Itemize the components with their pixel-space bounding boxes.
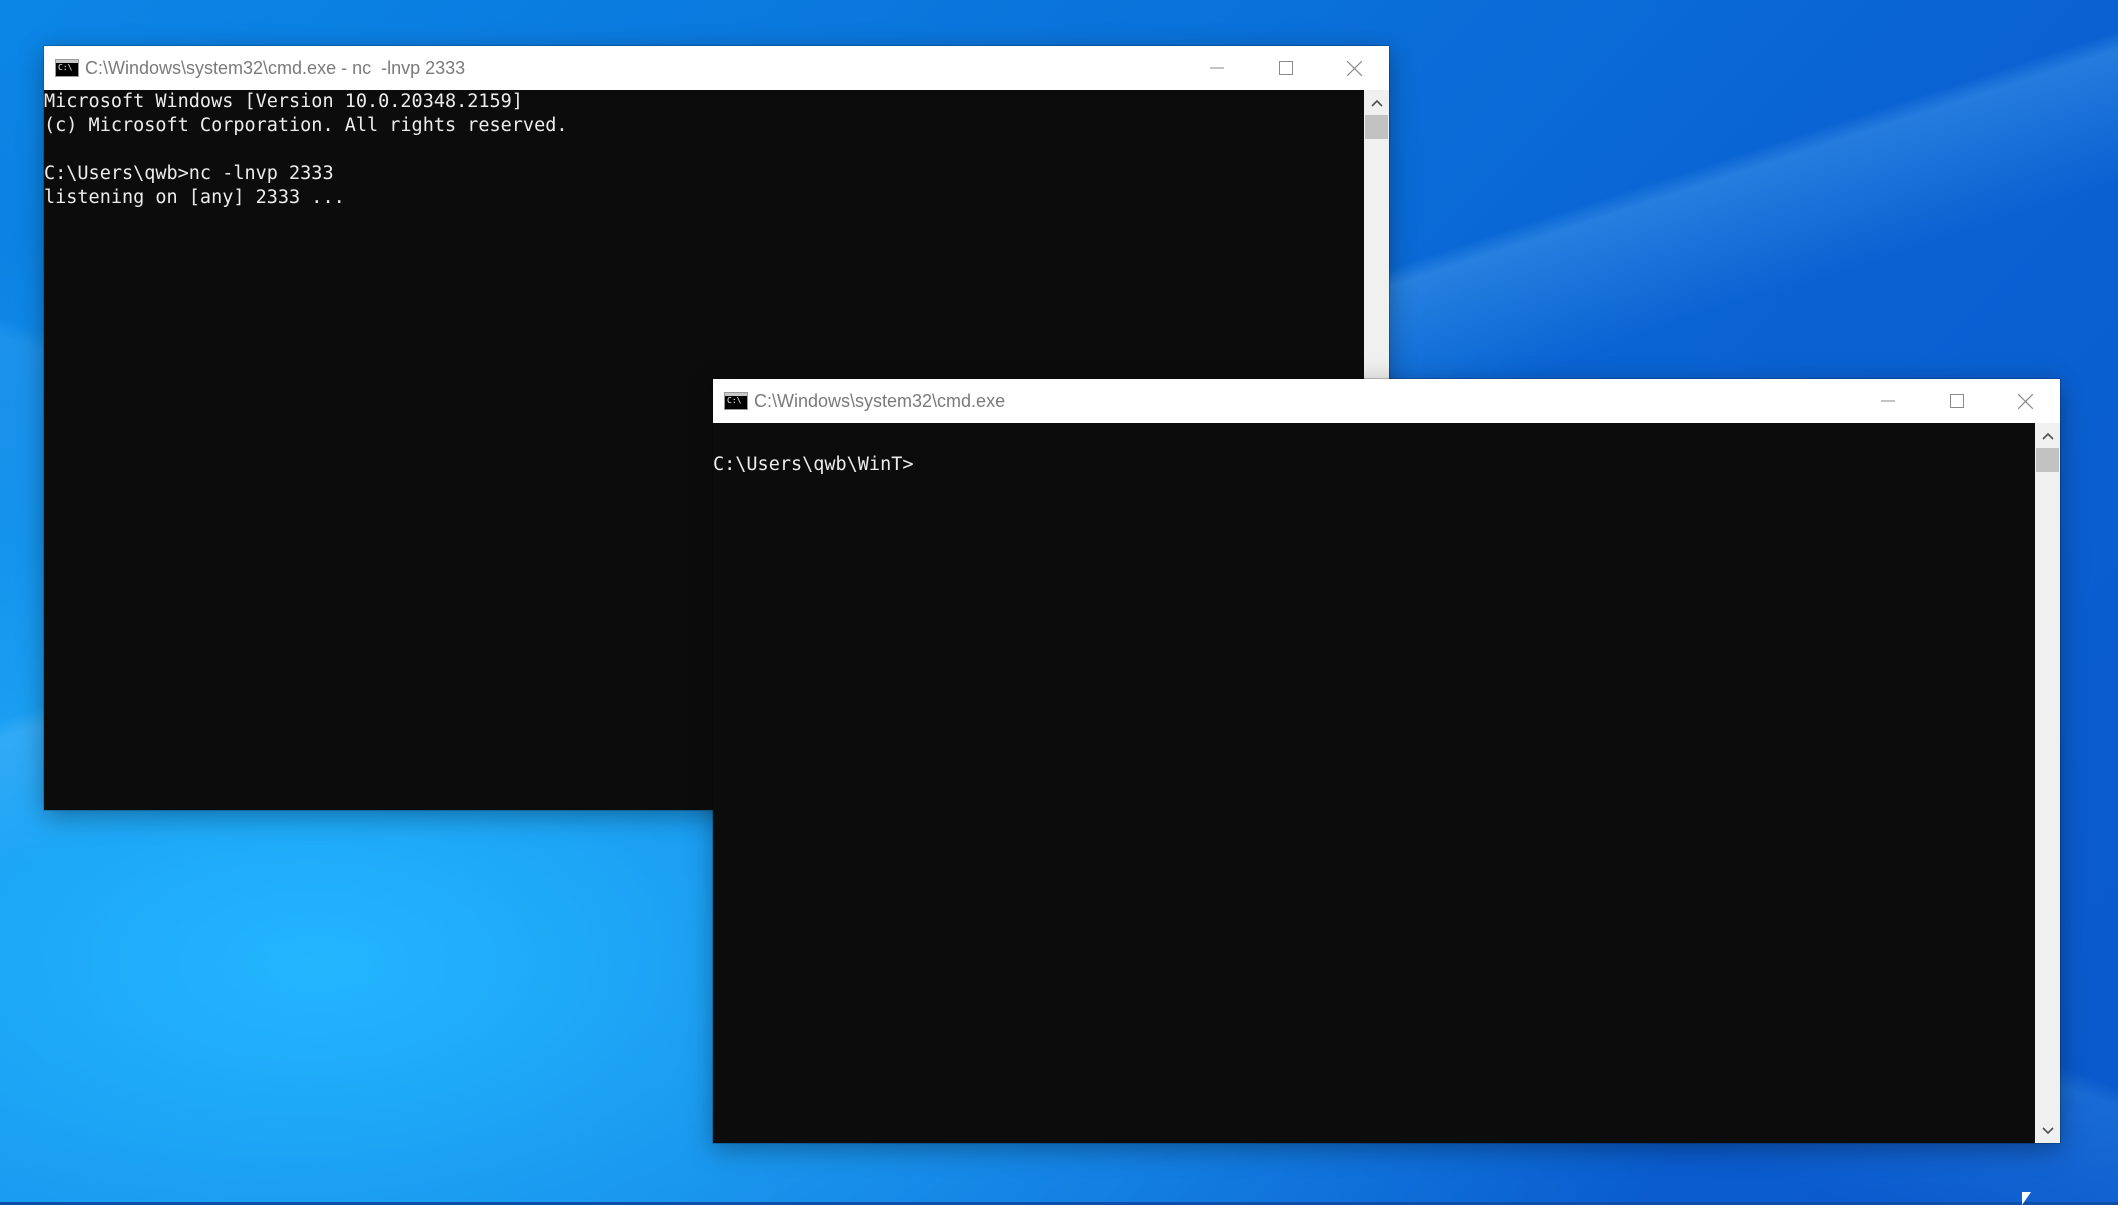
scroll-thumb[interactable] [2036, 448, 2059, 472]
close-icon [1347, 60, 1362, 76]
scroll-down-button[interactable] [2035, 1118, 2060, 1143]
minimize-button[interactable] [1182, 46, 1251, 90]
minimize-icon [1880, 400, 1895, 402]
console-prompt[interactable]: C:\Users\qwb\WinT> [713, 454, 913, 475]
close-button[interactable] [1991, 379, 2060, 423]
cmd-icon [724, 392, 748, 410]
console-line: C:\Users\qwb>nc -lnvp 2333 [44, 163, 334, 184]
close-button[interactable] [1320, 46, 1389, 90]
cmd-window-wint[interactable]: C:\Windows\system32\cmd.exe C:\Users\qwb… [713, 379, 2060, 1143]
chevron-up-icon [2041, 432, 2054, 440]
maximize-button[interactable] [1251, 46, 1320, 90]
chevron-down-icon [2041, 1126, 2054, 1134]
mouse-cursor-icon [2022, 1192, 2031, 1205]
maximize-button[interactable] [1922, 379, 1991, 423]
maximize-icon [1278, 61, 1293, 75]
chevron-up-icon [1370, 99, 1383, 107]
title-bar[interactable]: C:\Windows\system32\cmd.exe - nc -lnvp 2… [44, 46, 1389, 90]
close-icon [2018, 393, 2033, 409]
minimize-icon [1209, 67, 1224, 69]
console-line: (c) Microsoft Corporation. All rights re… [44, 115, 568, 136]
vertical-scrollbar[interactable] [2035, 423, 2060, 1143]
window-title: C:\Windows\system32\cmd.exe - nc -lnvp 2… [85, 57, 466, 78]
cmd-icon [55, 59, 79, 77]
console-line: listening on [any] 2333 ... [44, 187, 345, 208]
scroll-up-button[interactable] [1364, 90, 1389, 115]
window-title: C:\Windows\system32\cmd.exe [754, 390, 1006, 411]
scroll-thumb[interactable] [1365, 115, 1388, 139]
title-bar[interactable]: C:\Windows\system32\cmd.exe [713, 379, 2060, 423]
console-output[interactable]: C:\Users\qwb\WinT> [713, 423, 2035, 1143]
console-line: Microsoft Windows [Version 10.0.20348.21… [44, 91, 523, 112]
maximize-icon [1949, 394, 1964, 408]
scroll-up-button[interactable] [2035, 423, 2060, 448]
minimize-button[interactable] [1853, 379, 1922, 423]
